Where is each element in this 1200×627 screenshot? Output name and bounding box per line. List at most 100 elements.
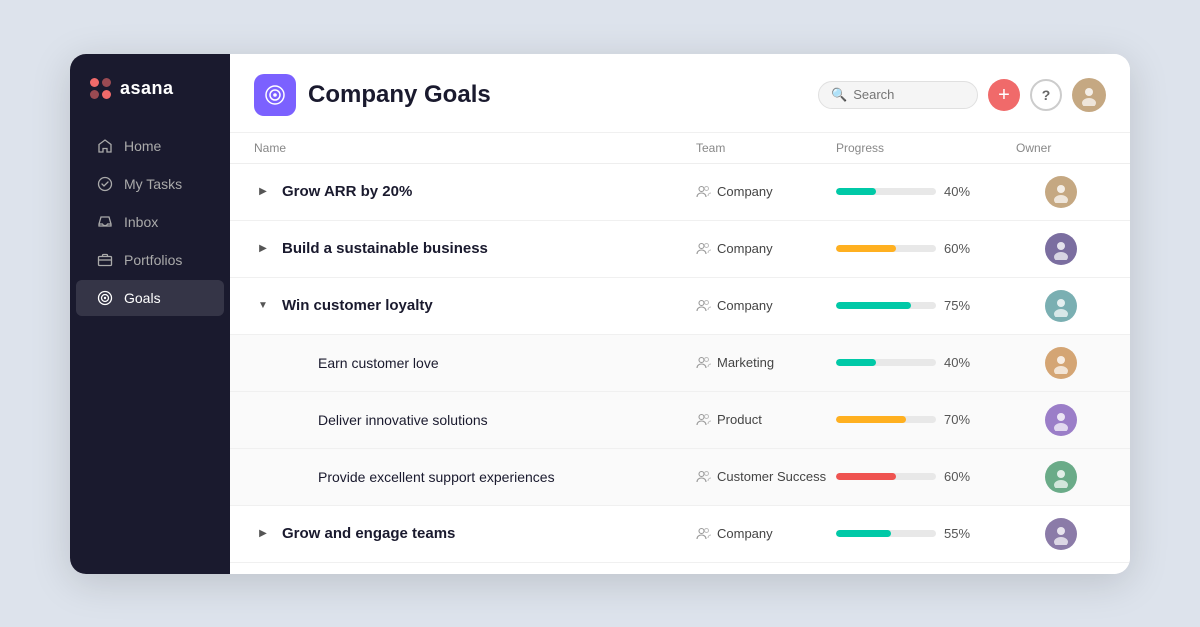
table-body: ▶ Grow ARR by 20% Company 40% (230, 164, 1130, 563)
progress-cell: 70% (836, 412, 1016, 427)
page-title: Company Goals (308, 81, 806, 109)
progress-pct: 55% (944, 526, 976, 541)
table-row[interactable]: Deliver innovative solutions Product 70% (230, 392, 1130, 449)
goal-name: Earn customer love (318, 355, 439, 371)
expand-button (290, 468, 308, 486)
team-name: Company (717, 184, 773, 199)
sidebar-item-inbox[interactable]: Inbox (76, 204, 224, 240)
inbox-icon (96, 213, 114, 231)
col-progress: Progress (836, 141, 1016, 155)
expand-button (290, 354, 308, 372)
owner-cell (1016, 233, 1106, 265)
expand-button[interactable]: ▶ (254, 525, 272, 543)
table-row[interactable]: ▶ Build a sustainable business Company 6… (230, 221, 1130, 278)
sidebar-nav: Home My Tasks (70, 128, 230, 316)
team-name: Product (717, 412, 762, 427)
table-row[interactable]: ▶ Grow and engage teams Company 55% (230, 506, 1130, 563)
goal-name: Win customer loyalty (282, 297, 433, 314)
team-cell: Company (696, 298, 836, 313)
team-icon (696, 298, 711, 313)
owner-cell (1016, 461, 1106, 493)
progress-bar-fill (836, 245, 896, 252)
goal-name-cell: ▶ Grow ARR by 20% (254, 183, 696, 201)
team-name: Company (717, 298, 773, 313)
team-name: Company (717, 526, 773, 541)
sidebar-item-label: Goals (124, 290, 161, 306)
avatar (1045, 347, 1077, 379)
goal-name: Grow ARR by 20% (282, 183, 412, 200)
page-icon (254, 74, 296, 116)
goal-name-cell: Deliver innovative solutions (290, 411, 696, 429)
progress-pct: 40% (944, 355, 976, 370)
col-team: Team (696, 141, 836, 155)
progress-bar-bg (836, 245, 936, 252)
progress-cell: 60% (836, 241, 1016, 256)
progress-bar-fill (836, 359, 876, 366)
team-icon (696, 412, 711, 427)
sidebar-item-label: My Tasks (124, 176, 182, 192)
owner-cell (1016, 176, 1106, 208)
progress-bar-fill (836, 416, 906, 423)
goal-name-cell: ▼ Win customer loyalty (254, 297, 696, 315)
header-actions: 🔍 + ? (818, 78, 1106, 112)
team-name: Company (717, 241, 773, 256)
team-cell: Company (696, 241, 836, 256)
expand-button[interactable]: ▶ (254, 183, 272, 201)
sidebar-item-portfolios[interactable]: Portfolios (76, 242, 224, 278)
goal-name: Provide excellent support experiences (318, 469, 555, 485)
goal-name: Grow and engage teams (282, 525, 455, 542)
table-row[interactable]: ▼ Win customer loyalty Company 75% (230, 278, 1130, 335)
progress-cell: 55% (836, 526, 1016, 541)
owner-cell (1016, 290, 1106, 322)
progress-bar-bg (836, 188, 936, 195)
avatar (1045, 461, 1077, 493)
col-owner: Owner (1016, 141, 1106, 155)
owner-cell (1016, 518, 1106, 550)
progress-cell: 75% (836, 298, 1016, 313)
progress-bar-fill (836, 188, 876, 195)
sidebar-item-mytasks[interactable]: My Tasks (76, 166, 224, 202)
team-cell: Company (696, 184, 836, 199)
table-row[interactable]: Provide excellent support experiences Cu… (230, 449, 1130, 506)
search-input[interactable] (853, 87, 965, 102)
team-cell: Customer Success (696, 469, 836, 484)
progress-bar-fill (836, 530, 891, 537)
sidebar-item-label: Home (124, 138, 161, 154)
table-row[interactable]: Earn customer love Marketing 40% (230, 335, 1130, 392)
progress-bar-bg (836, 530, 936, 537)
help-button[interactable]: ? (1030, 79, 1062, 111)
progress-cell: 40% (836, 355, 1016, 370)
goal-name: Deliver innovative solutions (318, 412, 488, 428)
add-button[interactable]: + (988, 79, 1020, 111)
logo-text: asana (120, 78, 174, 99)
progress-pct: 60% (944, 241, 976, 256)
team-icon (696, 526, 711, 541)
team-icon (696, 241, 711, 256)
expand-button[interactable]: ▶ (254, 240, 272, 258)
progress-bar-bg (836, 359, 936, 366)
progress-cell: 60% (836, 469, 1016, 484)
team-icon (696, 184, 711, 199)
team-cell: Company (696, 526, 836, 541)
logo-icon (90, 78, 112, 100)
owner-cell (1016, 347, 1106, 379)
sidebar-item-label: Inbox (124, 214, 158, 230)
sidebar-item-goals[interactable]: Goals (76, 280, 224, 316)
goal-name-cell: Provide excellent support experiences (290, 468, 696, 486)
progress-bar-fill (836, 473, 896, 480)
expand-button[interactable]: ▼ (254, 297, 272, 315)
avatar (1045, 518, 1077, 550)
sidebar-item-home[interactable]: Home (76, 128, 224, 164)
search-box[interactable]: 🔍 (818, 81, 978, 109)
goal-name-cell: Earn customer love (290, 354, 696, 372)
goal-name-cell: ▶ Grow and engage teams (254, 525, 696, 543)
team-cell: Marketing (696, 355, 836, 370)
owner-cell (1016, 404, 1106, 436)
progress-bar-fill (836, 302, 911, 309)
team-name: Marketing (717, 355, 774, 370)
progress-pct: 70% (944, 412, 976, 427)
home-icon (96, 137, 114, 155)
table-row[interactable]: ▶ Grow ARR by 20% Company 40% (230, 164, 1130, 221)
team-icon (696, 469, 711, 484)
team-cell: Product (696, 412, 836, 427)
